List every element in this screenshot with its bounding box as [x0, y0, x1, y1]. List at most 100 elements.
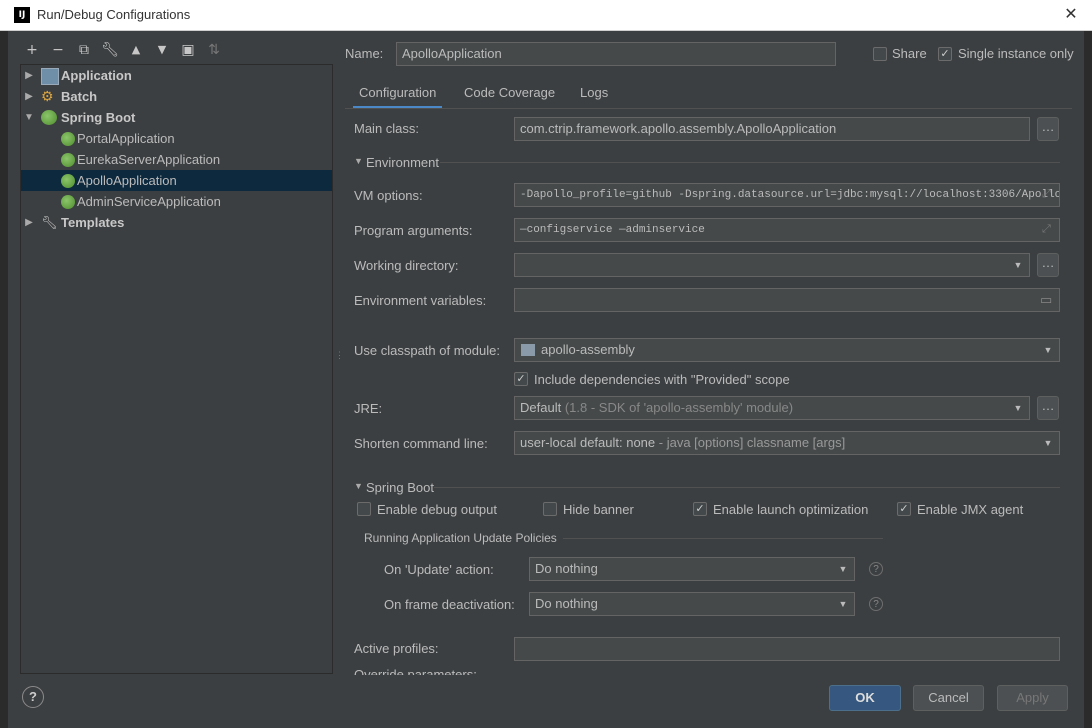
chevron-down-icon[interactable]: ▼ [1038, 339, 1058, 361]
expand-arrow-icon[interactable]: ▶ [23, 86, 35, 107]
tree-item-application[interactable]: ▶ Application [21, 65, 332, 86]
tree-item-apollo-application[interactable]: ApolloApplication [21, 170, 332, 191]
working-directory-label: Working directory: [354, 258, 459, 273]
splitter-handle[interactable]: ⋮ [335, 350, 344, 364]
tree-item-batch[interactable]: ▶ ⚙ Batch [21, 86, 332, 107]
ok-button[interactable]: OK [829, 685, 901, 711]
help-button[interactable]: ? [22, 686, 44, 708]
copy-icon[interactable]: ⧉ [74, 40, 94, 60]
active-profiles-input[interactable] [514, 637, 1060, 661]
title-bar: IJ Run/Debug Configurations ✕ [0, 0, 1092, 31]
spring-boot-collapse-icon[interactable]: ▼ [354, 481, 363, 491]
apply-button[interactable]: Apply [997, 685, 1068, 711]
jmx-agent-checkbox[interactable]: ✓ [897, 502, 911, 516]
working-directory-input[interactable] [514, 253, 1030, 277]
spring-boot-divider [434, 487, 1060, 488]
tree-item-label: Spring Boot [61, 110, 136, 125]
program-arguments-input[interactable]: —configservice —adminservice [514, 218, 1060, 242]
tree-item-templates[interactable]: ▶ 🔧︎ Templates [21, 212, 332, 233]
add-icon[interactable]: + [22, 40, 42, 60]
update-action-select[interactable]: Do nothing [529, 557, 855, 581]
classpath-select[interactable]: apollo-assembly [514, 338, 1060, 362]
working-directory-browse-button[interactable]: … [1037, 253, 1059, 277]
tab-logs[interactable]: Logs [574, 80, 614, 106]
main-class-browse-button[interactable]: … [1037, 117, 1059, 141]
jre-select[interactable]: Default (1.8 - SDK of 'apollo-assembly' … [514, 396, 1030, 420]
tree-item-eureka-server-application[interactable]: EurekaServerApplication [21, 149, 332, 170]
chevron-down-icon[interactable]: ▼ [1008, 254, 1028, 276]
tree-item-label: Application [61, 68, 132, 83]
expand-icon[interactable]: ⤢ [1042, 223, 1051, 236]
update-policies-title: Running Application Update Policies [364, 531, 557, 545]
jre-value: Default [520, 400, 562, 415]
spring-boot-icon [61, 174, 75, 188]
single-instance-checkbox[interactable]: ✓ [938, 47, 952, 61]
name-input[interactable]: ApolloApplication [396, 42, 836, 66]
chevron-down-icon[interactable]: ▼ [833, 593, 853, 615]
jre-browse-button[interactable]: … [1037, 396, 1059, 420]
window-title: Run/Debug Configurations [37, 7, 191, 22]
debug-output-checkbox[interactable] [357, 502, 371, 516]
intellij-logo-icon: IJ [14, 7, 30, 23]
share-label: Share [892, 46, 927, 61]
close-icon[interactable]: ✕ [1060, 4, 1082, 26]
help-question-icon[interactable]: ? [869, 562, 883, 576]
active-profiles-label: Active profiles: [354, 641, 439, 656]
spring-boot-icon [61, 195, 75, 209]
launch-optimization-checkbox[interactable]: ✓ [693, 502, 707, 516]
tree-item-portal-application[interactable]: PortalApplication [21, 128, 332, 149]
environment-variables-label: Environment variables: [354, 293, 487, 308]
module-folder-icon [521, 344, 535, 356]
move-down-icon[interactable]: ▼ [152, 40, 172, 60]
expand-icon[interactable]: ⤢ [1042, 188, 1051, 201]
tab-configuration[interactable]: Configuration [353, 80, 443, 109]
spring-boot-icon [61, 132, 75, 146]
chevron-down-icon[interactable]: ▼ [1008, 397, 1028, 419]
expand-arrow-icon[interactable]: ▶ [23, 65, 35, 86]
frame-deactivation-select[interactable]: Do nothing [529, 592, 855, 616]
tree-item-admin-service-application[interactable]: AdminServiceApplication [21, 191, 332, 212]
tree-item-label: AdminServiceApplication [77, 194, 221, 209]
launch-optimization-label: Enable launch optimization [713, 502, 869, 517]
update-policies-divider [563, 538, 883, 539]
chevron-down-icon[interactable]: ▼ [833, 558, 853, 580]
remove-icon[interactable]: − [48, 40, 68, 60]
jre-value-hint: (1.8 - SDK of 'apollo-assembly' module) [564, 400, 794, 415]
tab-code-coverage[interactable]: Code Coverage [458, 80, 561, 106]
wrench-icon: 🔧︎ [41, 215, 58, 230]
jre-label: JRE: [354, 401, 383, 416]
environment-variables-input[interactable] [514, 288, 1060, 312]
debug-output-label: Enable debug output [377, 502, 497, 517]
sort-icon[interactable]: ⇅ [204, 40, 224, 60]
folder-icon[interactable]: ▣ [178, 40, 198, 60]
jmx-agent-label: Enable JMX agent [917, 502, 1024, 517]
tree-item-spring-boot[interactable]: ▼ Spring Boot [21, 107, 332, 128]
shorten-command-line-select[interactable]: user-local default: none - java [options… [514, 431, 1060, 455]
vm-options-label: VM options: [354, 188, 423, 203]
main-class-label: Main class: [354, 121, 420, 136]
configuration-tree: ▶ Application ▶ ⚙ Batch ▼ Spring Boot Po… [20, 64, 333, 674]
move-up-icon[interactable]: ▲ [126, 40, 146, 60]
vm-options-input[interactable]: -Dapollo_profile=github -Dspring.datasou… [514, 183, 1060, 207]
folder-icon[interactable]: ▭ [1040, 292, 1052, 308]
single-instance-label: Single instance only [958, 46, 1074, 61]
spring-boot-section-title: Spring Boot [366, 480, 434, 495]
ide-background-left [0, 31, 8, 728]
program-arguments-label: Program arguments: [354, 223, 473, 238]
help-question-icon[interactable]: ? [869, 597, 883, 611]
collapse-arrow-icon[interactable]: ▼ [23, 107, 35, 128]
tree-item-label: PortalApplication [77, 131, 175, 146]
main-class-input[interactable]: com.ctrip.framework.apollo.assembly.Apol… [514, 117, 1030, 141]
frame-deactivation-label: On frame deactivation: [384, 597, 515, 612]
wrench-icon[interactable]: 🔧︎ [100, 40, 120, 60]
hide-banner-checkbox[interactable] [543, 502, 557, 516]
name-label: Name: [345, 46, 384, 61]
environment-collapse-icon[interactable]: ▼ [354, 156, 363, 166]
share-checkbox[interactable] [873, 47, 887, 61]
hide-banner-label: Hide banner [563, 502, 634, 517]
expand-arrow-icon[interactable]: ▶ [23, 212, 35, 233]
cancel-button[interactable]: Cancel [913, 685, 984, 711]
include-dependencies-checkbox[interactable]: ✓ [514, 372, 528, 386]
gear-icon: ⚙ [41, 88, 54, 104]
chevron-down-icon[interactable]: ▼ [1038, 432, 1058, 454]
